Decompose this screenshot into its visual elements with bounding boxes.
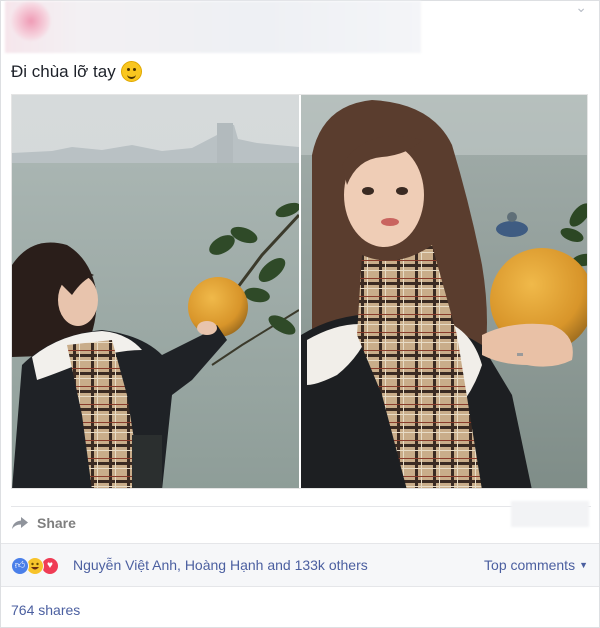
post-card: ⌄ Đi chùa lỡ tay Share 👍︎ ♥ Nguyễn Việt … xyxy=(0,0,600,628)
share-arrow-icon xyxy=(12,517,28,529)
caption-text: Đi chùa lỡ tay xyxy=(11,61,116,81)
top-comments-label: Top comments xyxy=(484,557,576,573)
blurred-region xyxy=(511,501,589,527)
smile-emoji-icon xyxy=(120,61,142,82)
post-options-icon[interactable]: ⌄ xyxy=(575,0,587,16)
reaction-names-link[interactable]: Nguyễn Việt Anh, Hoàng Hạnh and 133k oth… xyxy=(73,557,368,573)
like-icon[interactable]: 👍︎ xyxy=(11,557,29,575)
post-actions-row: Share xyxy=(11,501,591,540)
share-label: Share xyxy=(37,515,76,531)
blurred-header xyxy=(5,1,421,53)
avatar-blurred xyxy=(11,1,51,41)
reactions-row: 👍︎ ♥ Nguyễn Việt Anh, Hoàng Hạnh and 133… xyxy=(1,543,599,587)
top-comments-dropdown[interactable]: Top comments ▼ xyxy=(484,557,588,573)
post-photo[interactable] xyxy=(11,94,588,489)
shares-count-link[interactable]: 764 shares xyxy=(11,602,80,618)
caret-down-icon: ▼ xyxy=(579,560,588,570)
left-photo-panel xyxy=(12,95,301,488)
share-button[interactable]: Share xyxy=(11,515,76,531)
right-photo-panel xyxy=(301,95,587,488)
reaction-icons[interactable]: 👍︎ ♥ xyxy=(11,557,59,575)
post-caption: Đi chùa lỡ tay xyxy=(11,61,142,82)
